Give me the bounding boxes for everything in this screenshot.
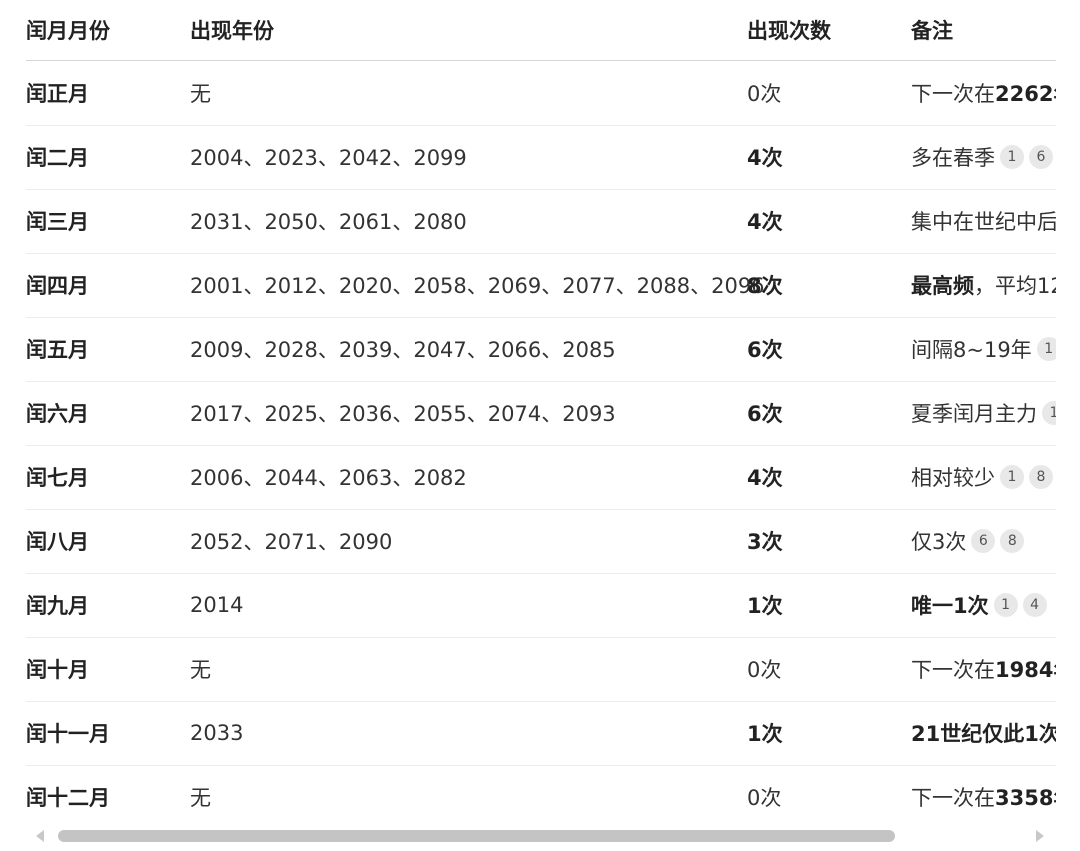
note-text: 下一次在 [911,786,995,810]
note-text: 3358年 [995,786,1056,810]
citation-badge[interactable]: 1 [1000,145,1024,169]
cell-month: 闰八月 [26,530,89,554]
cell-count: 1次 [747,722,783,746]
citation-badge[interactable]: 1 [1000,465,1024,489]
note-text: 多在春季 [911,146,995,170]
table-row: 闰正月 无 0次 下一次在2262年 [26,61,1056,126]
cell-note: 仅3次 6 8 [911,509,1025,573]
cell-month: 闰十一月 [26,722,110,746]
cell-note: 间隔8~19年 1 [911,317,1056,381]
cell-note: 下一次在1984年 [911,637,1056,701]
note-text: 夏季闰月主力 [911,402,1037,426]
cell-month: 闰九月 [26,594,89,618]
cell-note: 21世纪仅此1次 [911,701,1056,765]
header-years: 出现年份 [190,19,274,43]
citation-badge[interactable]: 8 [1029,465,1053,489]
cell-count: 0次 [747,82,782,106]
table-row: 闰五月 2009、2028、2039、2047、2066、2085 6次 间隔8~19… [26,317,1056,382]
cell-years: 2031、2050、2061、2080 [190,210,467,234]
cell-month: 闰五月 [26,338,89,362]
cell-note: 唯一1次 1 4 [911,573,1047,637]
table-row: 闰二月 2004、2023、2042、2099 4次 多在春季 1 6 [26,125,1056,190]
cell-count: 4次 [747,210,783,234]
cell-count: 1次 [747,594,783,618]
cell-years: 无 [190,658,211,682]
note-text: 集中在世纪中后 [911,210,1056,234]
note-text: 2262年 [995,82,1056,106]
horizontal-scrollbar[interactable] [26,826,1056,846]
note-text: 下一次在 [911,82,995,106]
cell-note: 最高频 ，平均12 [911,253,1056,317]
table-row: 闰十二月 无 0次 下一次在3358年 [26,765,1056,826]
citation-badge[interactable]: 1 [1036,337,1056,361]
table-header-row: 闰月月份 出现年份 出现次数 备注 [26,0,1056,61]
note-text: 相对较少 [911,466,995,490]
scroll-right-arrow-icon[interactable] [1036,830,1044,842]
cell-count: 4次 [747,466,783,490]
cell-month: 闰二月 [26,146,89,170]
table-row: 闰四月 2001、2012、2020、2058、2069、2077、2088、20… [26,253,1056,318]
cell-years: 无 [190,786,211,810]
cell-count: 0次 [747,786,782,810]
citation-badge[interactable]: 6 [1029,145,1053,169]
note-text: 仅3次 [911,530,967,554]
scroll-thumb[interactable] [58,830,895,842]
table-row: 闰十一月 2033 1次 21世纪仅此1次 [26,701,1056,766]
table-row: 闰八月 2052、2071、2090 3次 仅3次 6 8 [26,509,1056,574]
cell-note: 相对较少 1 8 [911,445,1053,509]
cell-month: 闰六月 [26,402,89,426]
cell-count: 6次 [747,402,783,426]
note-text: 最高频 [911,274,974,298]
cell-years: 2033 [190,721,244,745]
cell-years: 2004、2023、2042、2099 [190,146,467,170]
cell-month: 闰七月 [26,466,89,490]
header-note: 备注 [911,19,953,43]
cell-years: 2006、2044、2063、2082 [190,466,467,490]
cell-note: 集中在世纪中后 [911,189,1056,253]
citation-badge[interactable]: 4 [1022,593,1047,617]
cell-years: 2001、2012、2020、2058、2069、2077、2088、2096 [190,274,765,298]
header-count: 出现次数 [747,19,831,43]
leap-month-table: 闰月月份 出现年份 出现次数 备注 闰正月无0次下一次在2262年闰二月2004… [26,0,1056,826]
note-text: ，平均12 [974,274,1056,298]
header-month: 闰月月份 [26,19,110,43]
cell-month: 闰三月 [26,210,89,234]
citation-badge[interactable]: 6 [971,529,996,553]
cell-note: 多在春季 1 6 [911,125,1053,189]
cell-count: 3次 [747,530,783,554]
table-row: 闰九月 2014 1次 唯一1次 1 4 [26,573,1056,638]
citation-badge[interactable]: 8 [1000,529,1025,553]
citation-badge[interactable]: 1 [1042,401,1056,425]
table-row: 闰六月 2017、2025、2036、2055、2074、2093 6次 夏季闰月主力… [26,381,1056,446]
cell-years: 无 [190,82,211,106]
scroll-left-arrow-icon[interactable] [36,830,44,842]
cell-count: 6次 [747,338,783,362]
note-text: 下一次在 [911,658,995,682]
note-text: 间隔8~19年 [911,338,1032,362]
table-row: 闰十月 无 0次 下一次在1984年 [26,637,1056,702]
cell-count: 0次 [747,658,782,682]
cell-note: 下一次在3358年 [911,765,1056,826]
cell-note: 下一次在2262年 [911,61,1056,125]
table-row: 闰七月 2006、2044、2063、2082 4次 相对较少 1 8 [26,445,1056,510]
note-text: 唯一1次 [911,594,989,618]
cell-count: 8次 [747,274,783,298]
note-text: 1984年 [995,658,1056,682]
table-row: 闰三月 2031、2050、2061、2080 4次 集中在世纪中后 [26,189,1056,254]
cell-years: 2017、2025、2036、2055、2074、2093 [190,402,616,426]
cell-note: 夏季闰月主力 1 [911,381,1056,445]
cell-month: 闰十月 [26,658,89,682]
citation-badge[interactable]: 1 [993,593,1018,617]
cell-month: 闰四月 [26,274,89,298]
cell-years: 2014 [190,593,244,617]
cell-years: 2052、2071、2090 [190,530,393,554]
cell-month: 闰正月 [26,82,89,106]
cell-years: 2009、2028、2039、2047、2066、2085 [190,338,616,362]
note-text: 21世纪仅此1次 [911,722,1056,746]
cell-count: 4次 [747,146,783,170]
cell-month: 闰十二月 [26,786,110,810]
